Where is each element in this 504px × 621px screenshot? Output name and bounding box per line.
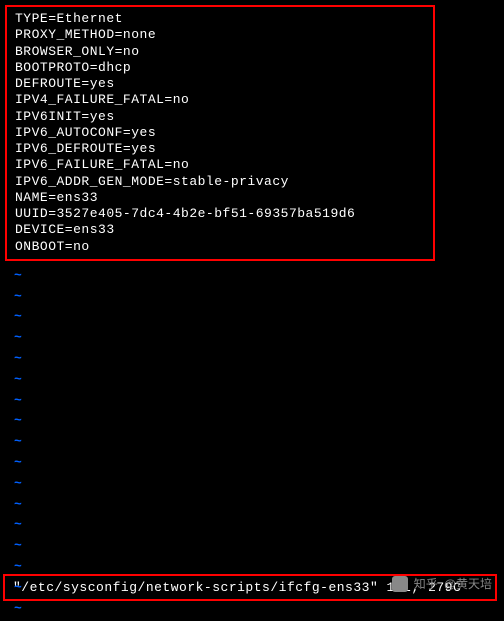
vim-tilde: ~ — [14, 453, 502, 474]
vim-tilde: ~ — [14, 370, 502, 391]
config-line[interactable]: TYPE=Ethernet — [15, 11, 425, 27]
vim-tilde: ~ — [14, 515, 502, 536]
config-line[interactable]: PROXY_METHOD=none — [15, 27, 425, 43]
config-line[interactable]: IPV6_AUTOCONF=yes — [15, 125, 425, 141]
vim-empty-lines: ~~~~~~~~~~~~~~~~~ — [2, 264, 502, 620]
vim-tilde: ~ — [14, 495, 502, 516]
config-line[interactable]: IPV4_FAILURE_FATAL=no — [15, 92, 425, 108]
vim-tilde: ~ — [14, 307, 502, 328]
config-line[interactable]: IPV6_ADDR_GEN_MODE=stable-privacy — [15, 174, 425, 190]
config-line[interactable]: DEVICE=ens33 — [15, 222, 425, 238]
vim-tilde: ~ — [14, 391, 502, 412]
terminal-viewport: TYPE=EthernetPROXY_METHOD=noneBROWSER_ON… — [0, 0, 504, 621]
watermark: 知乎 @黄天培 — [392, 575, 492, 592]
config-file-content[interactable]: TYPE=EthernetPROXY_METHOD=noneBROWSER_ON… — [15, 11, 425, 255]
config-line[interactable]: ONBOOT=no — [15, 239, 425, 255]
config-line[interactable]: NAME=ens33 — [15, 190, 425, 206]
config-line[interactable]: BROWSER_ONLY=no — [15, 44, 425, 60]
vim-tilde: ~ — [14, 599, 502, 620]
vim-tilde: ~ — [14, 266, 502, 287]
vim-tilde: ~ — [14, 328, 502, 349]
zhihu-logo-icon — [392, 576, 408, 592]
vim-tilde: ~ — [14, 287, 502, 308]
config-line[interactable]: IPV6INIT=yes — [15, 109, 425, 125]
config-line[interactable]: IPV6_DEFROUTE=yes — [15, 141, 425, 157]
config-line[interactable]: UUID=3527e405-7dc4-4b2e-bf51-69357ba519d… — [15, 206, 425, 222]
vim-tilde: ~ — [14, 474, 502, 495]
vim-tilde: ~ — [14, 411, 502, 432]
vim-tilde: ~ — [14, 536, 502, 557]
config-line[interactable]: DEFROUTE=yes — [15, 76, 425, 92]
watermark-author: @黄天培 — [444, 575, 492, 592]
config-line[interactable]: IPV6_FAILURE_FATAL=no — [15, 157, 425, 173]
vim-tilde: ~ — [14, 432, 502, 453]
config-line[interactable]: BOOTPROTO=dhcp — [15, 60, 425, 76]
config-content-highlight: TYPE=EthernetPROXY_METHOD=noneBROWSER_ON… — [5, 5, 435, 261]
watermark-site: 知乎 — [414, 575, 438, 592]
vim-tilde: ~ — [14, 349, 502, 370]
